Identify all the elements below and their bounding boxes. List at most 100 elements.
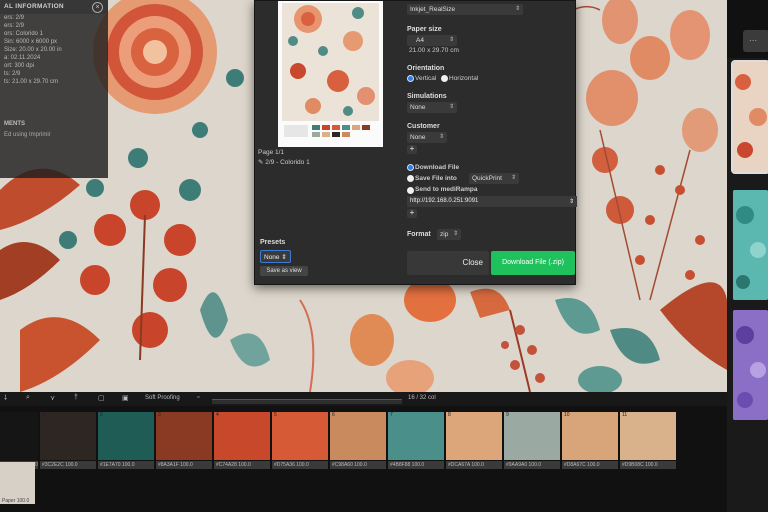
info-line: ers: 2/9 [4,15,25,21]
save-as-view-button[interactable]: Save as view [260,266,308,276]
crop-icon[interactable]: ▢ [98,394,105,402]
color-swatch[interactable] [562,412,618,460]
color-swatch[interactable] [330,412,386,460]
send-to-rip-radio[interactable] [407,187,414,194]
print-size-preset-select[interactable]: Inkjet_RealSize ⇕ [407,4,523,15]
download-file-radio[interactable] [407,164,414,171]
info-line: ers: 2/9 [4,23,25,29]
send-to-rip-label: Send to mediRampa [415,186,478,193]
chevron-updown-icon: ⇕ [510,175,516,181]
save-file-into-radio[interactable] [407,175,414,182]
orientation-vertical-radio[interactable] [407,75,414,82]
color-swatch[interactable] [272,412,328,460]
color-swatch[interactable] [446,412,502,460]
chevron-updown-icon: ⇕ [448,37,454,43]
color-swatch[interactable] [388,412,444,460]
swatch-index: 2 [100,412,103,418]
colorway-thumbnail-3[interactable] [733,310,768,420]
soft-proofing-label[interactable]: Soft Proofing [145,395,180,401]
format-select[interactable]: zip ⇕ [437,229,461,240]
thumbnail-artwork [733,190,768,300]
color-swatch[interactable] [214,412,270,460]
thumbnails-button[interactable]: ⋯ [743,30,768,52]
pin-icon[interactable]: † [74,394,78,401]
rip-url-value: http://192.168.0.251:9091 [410,198,479,204]
download-file-button[interactable]: Download File (.zip) [491,251,575,275]
swatch-label: #9AA9A0 100.0 [504,461,560,469]
swatch-label: #1E7A70 100.0 [98,461,154,469]
color-swatch[interactable] [504,412,560,460]
file-information-panel: AL INFORMATION × ers: 2/9 ers: 2/9 ors: … [0,0,108,178]
close-button[interactable]: Close [407,251,489,275]
presets-select[interactable]: None ⇕ [260,250,291,263]
swatch-label: #D75A36 100.0 [272,461,328,469]
swatch-index: 10 [564,412,570,418]
colorway-thumbnails: ⋯ [727,0,768,512]
colors-count: 16 / 32 col [408,395,436,401]
presets-value: None [264,254,280,261]
thumbnail-artwork [733,310,768,420]
page-colorway: ✎ 2/9 - Colorido 1 [258,158,310,166]
color-swatch[interactable] [620,412,676,460]
rip-url-field[interactable]: http://192.168.0.251:9091 ⇕ [407,196,577,207]
format-label: Format [407,231,431,238]
colorway-thumbnail-2[interactable] [733,190,768,300]
paper-size-select[interactable]: A4 ⇕ [407,35,457,46]
swatch-label: #D8A67C 100.0 [562,461,618,469]
swatch-label: #D9B08C 100.0 [620,461,676,469]
swatch-index: 6 [332,412,335,418]
swatch-label: #4B8F88 100.0 [388,461,444,469]
page-indicator: Page 1/1 [258,149,285,156]
swatch-label: #C74A28 100.0 [214,461,270,469]
add-rip-button[interactable]: + [407,209,417,218]
orientation-horizontal-radio[interactable] [441,75,448,82]
swatch-index: 5 [274,412,277,418]
circle-close-icon[interactable]: × [92,2,103,13]
color-swatch[interactable] [156,412,212,460]
color-swatch[interactable] [0,412,38,460]
palette-toolbar: ⸸ ⌕ ⋎ † ▢ ▣ Soft Proofing ▫ 16 / 32 col [0,392,727,406]
swatch-label: #C98A60 100.0 [330,461,386,469]
chevron-updown-icon: ⇕ [514,6,520,12]
swatch-label: #8A3A1F 100.0 [156,461,212,469]
simulations-select[interactable]: None ⇕ [407,102,457,113]
chevron-updown-icon: ⇕ [452,231,458,237]
download-file-label: Download File [415,164,460,171]
swatch-label: #DCA67A 100.0 [446,461,502,469]
info-line: ors: Colorido 1 [4,31,44,37]
image-icon[interactable]: ▣ [122,394,129,402]
eyedropper-icon[interactable]: ⸸ [4,394,7,403]
swatch-index: 11 [622,412,628,418]
comments-row: Ed using Imprimir [4,132,51,138]
save-file-into-label: Save File into [415,175,457,182]
page-colorway-label: 2/9 - Colorido 1 [265,159,310,166]
save-into-select[interactable]: QuickPrint ⇕ [469,173,519,184]
swatch-index: 4 [216,412,219,418]
pin-icon[interactable]: ⋎ [50,394,55,402]
orientation-vertical-label: Vertical [415,75,437,82]
search-icon[interactable]: ⌕ [26,394,30,402]
info-line: ts: 2/9 [4,71,21,77]
swatch-index: 1 [42,412,45,418]
swatch-index: 3 [158,412,161,418]
zoom-slider[interactable] [212,399,402,404]
customer-select[interactable]: None ⇕ [407,132,447,143]
add-customer-button[interactable]: + [407,145,417,154]
color-swatch[interactable] [98,412,154,460]
presets-label: Presets [260,239,286,246]
square-icon[interactable]: ▫ [197,394,199,401]
swatch-index: 8 [448,412,451,418]
thumbnail-artwork [733,62,768,172]
customer-label: Customer [407,123,440,130]
customer-value: None [410,134,426,141]
preview-page-artwork [278,1,383,147]
info-line: a: 02.11.2024 [4,55,41,61]
print-preview [278,1,383,147]
comments-section-title: MENTS [4,121,25,127]
swatch-index: 9 [506,412,509,418]
chevron-updown-icon: ⇕ [438,134,444,140]
paper-dimensions: 21.00 x 29.70 cm [409,47,459,54]
color-swatch[interactable] [40,412,96,460]
simulations-value: None [410,104,426,111]
colorway-thumbnail-1[interactable] [731,60,768,174]
